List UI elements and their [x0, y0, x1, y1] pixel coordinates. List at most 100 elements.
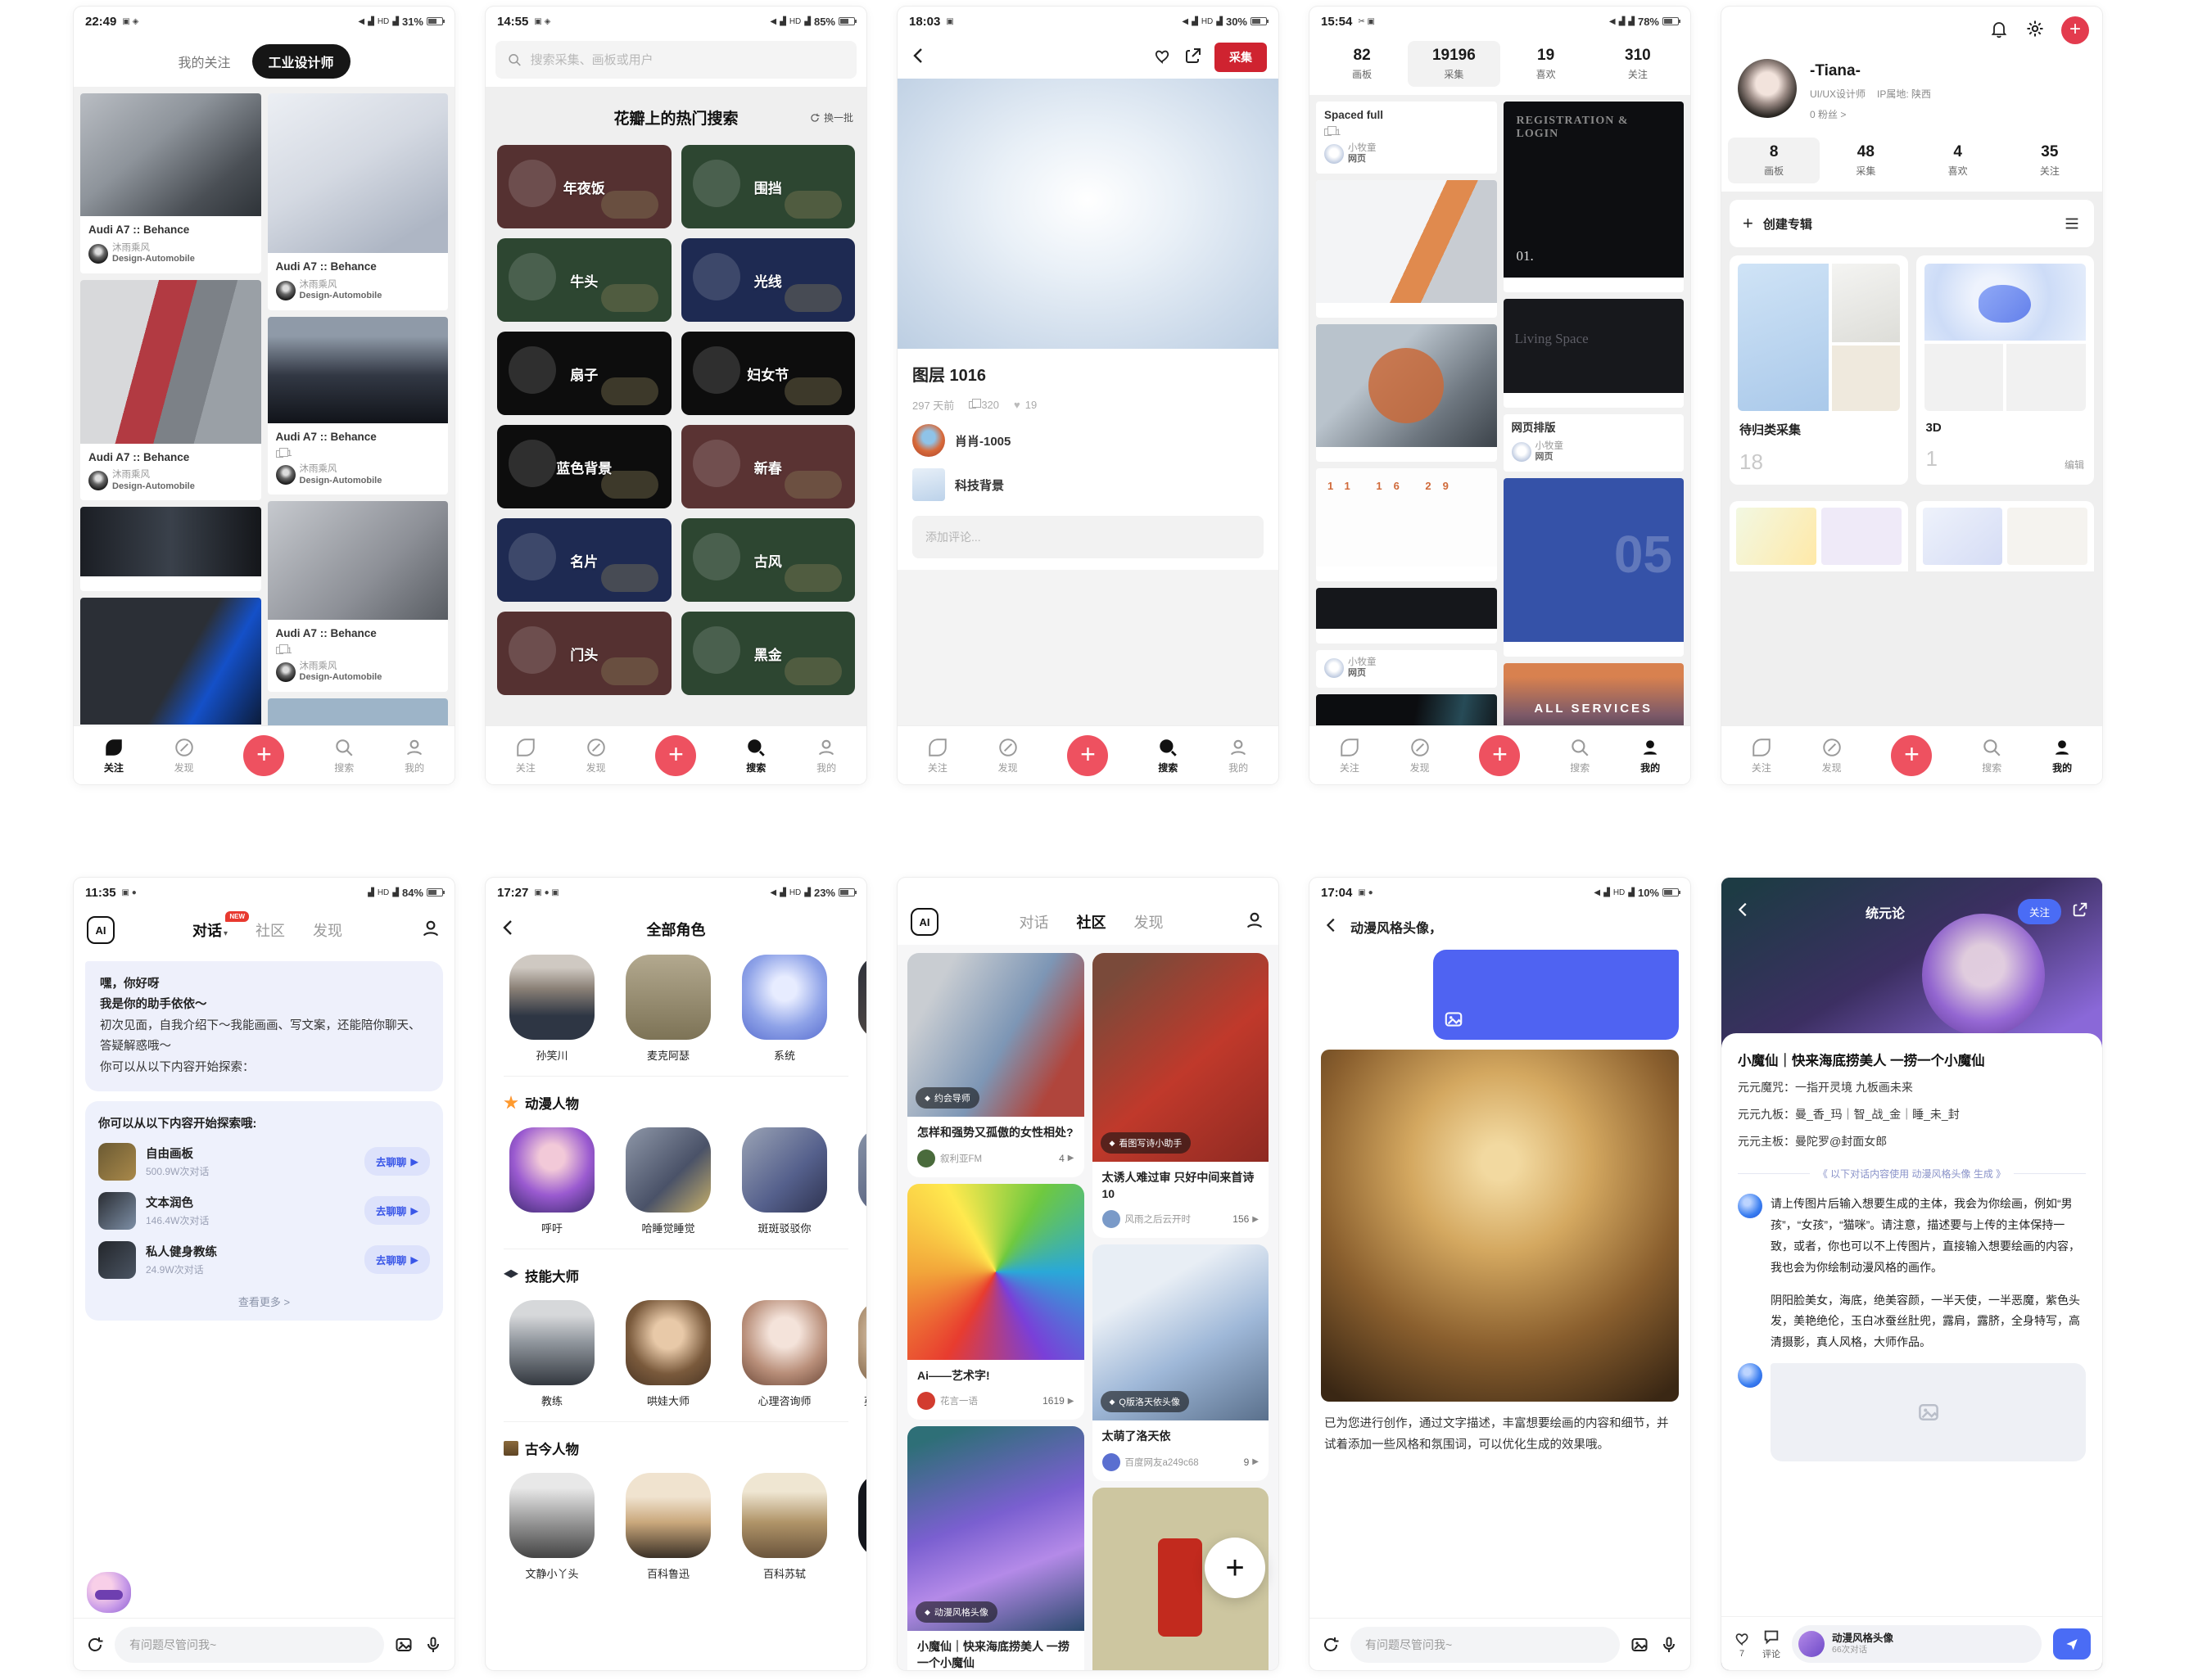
pin-card[interactable]: 小牧童网页: [1316, 650, 1497, 688]
pin-user[interactable]: 小牧童: [1348, 657, 1377, 668]
nav-search[interactable]: 搜索: [1157, 737, 1178, 775]
pin-author-row[interactable]: 肖肖-1005: [912, 424, 1264, 457]
nav-mine[interactable]: 我的: [1639, 737, 1661, 775]
share-button[interactable]: [1183, 46, 1203, 70]
back-button[interactable]: [1734, 901, 1753, 923]
avatar[interactable]: [917, 1149, 935, 1167]
message-input-wrap[interactable]: [1350, 1627, 1620, 1663]
hot-search-tag[interactable]: 扇子: [497, 332, 672, 415]
notifications-button[interactable]: [1989, 19, 2009, 43]
image-placeholder-bubble[interactable]: [1771, 1363, 2086, 1461]
back-button[interactable]: [1323, 916, 1341, 938]
generated-image[interactable]: [1321, 1050, 1679, 1402]
pin-card[interactable]: Audi A7 :: Behance ♥ 1 沐雨乘风Design-Automo…: [268, 501, 449, 692]
follow-button[interactable]: 关注: [2018, 899, 2061, 924]
role-avatar[interactable]: [626, 1127, 711, 1213]
tab-discover[interactable]: 发现: [1134, 911, 1164, 933]
nav-follow[interactable]: 关注: [1339, 737, 1360, 775]
pin-card[interactable]: Audi A7 :: Behance ♥ 沐雨乘风Design-Automobi…: [268, 93, 449, 310]
search-bar[interactable]: [495, 41, 857, 79]
avatar[interactable]: [276, 465, 296, 485]
role-avatar[interactable]: [626, 955, 711, 1040]
nav-discover[interactable]: 发现: [997, 737, 1019, 775]
avatar[interactable]: [1324, 144, 1344, 164]
pin-board[interactable]: 网页: [1348, 154, 1377, 165]
create-button[interactable]: +: [2061, 16, 2089, 44]
pin-board[interactable]: Design-Automobile: [300, 291, 382, 302]
comment-box[interactable]: [912, 516, 1264, 558]
pin-board[interactable]: Design-Automobile: [112, 481, 195, 493]
post-author[interactable]: 风雨之后云开时: [1125, 1213, 1228, 1226]
pin-user[interactable]: 小牧童: [1535, 440, 1564, 452]
nav-search[interactable]: 搜索: [333, 737, 355, 775]
post-card[interactable]: ◆Q版洛天依头像 太萌了洛天依 百度网友a249c68 9▶: [1092, 1244, 1269, 1481]
pin-card[interactable]: Audi A7 :: Behance ♥ 沐雨乘风Design-Automobi…: [80, 93, 261, 273]
pin-card[interactable]: Living Space: [1504, 299, 1685, 408]
post-card[interactable]: ◆动漫风格头像 小魔仙｜快来海底捞美人 一捞一个小魔仙 统元论 66▶: [907, 1426, 1084, 1670]
go-chat-button[interactable]: 去聊聊▶: [364, 1196, 430, 1225]
pin-card[interactable]: Audi A7 :: Behance ♥ 沐雨乘风Design-Automobi…: [80, 280, 261, 501]
settings-button[interactable]: [2025, 19, 2045, 43]
pin-image[interactable]: [80, 93, 261, 216]
post-author[interactable]: 花言一语: [940, 1394, 1038, 1407]
tab-chat[interactable]: 对话NEW▾: [192, 919, 228, 941]
stat-pins[interactable]: 48采集: [1820, 138, 1911, 183]
post-image[interactable]: ◆动漫风格头像: [907, 1426, 1084, 1631]
hot-search-tag[interactable]: 围挡: [681, 145, 856, 228]
ai-tool-badge[interactable]: 约会导师: [934, 1091, 970, 1104]
go-chat-button[interactable]: 去聊聊▶: [364, 1245, 430, 1274]
role-item[interactable]: 孙笑川: [504, 955, 600, 1063]
role-avatar[interactable]: [858, 955, 866, 1040]
role-item[interactable]: 小: [853, 955, 866, 1063]
avatar[interactable]: [912, 424, 945, 457]
ai-app-logo[interactable]: AI: [911, 908, 938, 936]
pin-card[interactable]: Audi A7 :: Behance ♥ 1 沐雨乘风Design-Automo…: [268, 317, 449, 495]
role-avatar[interactable]: [626, 1473, 711, 1558]
avatar[interactable]: [88, 244, 108, 264]
like-action[interactable]: 7: [1733, 1629, 1751, 1659]
role-avatar[interactable]: [509, 955, 595, 1040]
role-avatar[interactable]: [858, 1300, 866, 1385]
post-author[interactable]: 百度网友a249c68: [1125, 1456, 1239, 1469]
pin-card[interactable]: Spaced full 1 小牧童网页: [1316, 102, 1497, 174]
hot-search-tag[interactable]: 蓝色背景: [497, 425, 672, 508]
role-avatar[interactable]: [742, 955, 827, 1040]
new-chat-refresh-icon[interactable]: [1321, 1635, 1341, 1655]
pin-user[interactable]: 沐雨乘风: [300, 463, 382, 475]
avatar[interactable]: [1102, 1210, 1120, 1228]
post-image[interactable]: ◆看图写诗小助手: [1092, 953, 1269, 1162]
role-avatar[interactable]: [742, 1127, 827, 1213]
pin-image[interactable]: [1316, 180, 1497, 303]
stat-likes[interactable]: 4喜欢: [1912, 138, 2004, 183]
nav-discover[interactable]: 发现: [1821, 737, 1843, 775]
pin-card[interactable]: ALL SERVICES: [1504, 663, 1685, 725]
see-more-link[interactable]: 查看更多 >: [98, 1290, 430, 1311]
pin-image[interactable]: SEASON PREMIERE: [1316, 694, 1497, 725]
hot-search-tag[interactable]: 光线: [681, 238, 856, 322]
avatar[interactable]: [1324, 658, 1344, 678]
agent-tool-pill[interactable]: 动漫风格头像66次对话: [1792, 1625, 2042, 1663]
board-card-3d[interactable]: 3D 1编辑: [1916, 255, 2095, 485]
role-item[interactable]: 呼吁: [504, 1127, 600, 1235]
post-image[interactable]: ◆: [907, 1184, 1084, 1360]
stat-boards[interactable]: 8画板: [1728, 138, 1820, 183]
stat-boards[interactable]: 82画板: [1316, 41, 1408, 87]
nav-search[interactable]: 搜索: [1981, 737, 2002, 775]
role-item[interactable]: 哈睡觉睡觉: [620, 1127, 717, 1235]
role-item[interactable]: 斑斑驳驳你: [736, 1127, 833, 1235]
hot-search-tag[interactable]: 年夜饭: [497, 145, 672, 228]
pin-card[interactable]: [1316, 324, 1497, 462]
hot-search-tag[interactable]: 牛头: [497, 238, 672, 322]
tab-industrial-designer[interactable]: 工业设计师: [252, 44, 351, 79]
pin-image[interactable]: [268, 501, 449, 620]
pin-user[interactable]: 小牧童: [1348, 142, 1377, 154]
board-thumbnail[interactable]: [912, 468, 945, 501]
nav-follow[interactable]: 关注: [515, 737, 536, 775]
like-button[interactable]: [1152, 46, 1172, 70]
role-item[interactable]: 教练: [504, 1300, 600, 1408]
create-pin-button[interactable]: +: [655, 735, 696, 776]
board-edit-link[interactable]: 编辑: [2065, 458, 2084, 472]
pin-image[interactable]: Living Space: [1504, 299, 1685, 393]
profile-button[interactable]: [1244, 910, 1265, 935]
stat-pins[interactable]: 19196采集: [1408, 41, 1499, 87]
